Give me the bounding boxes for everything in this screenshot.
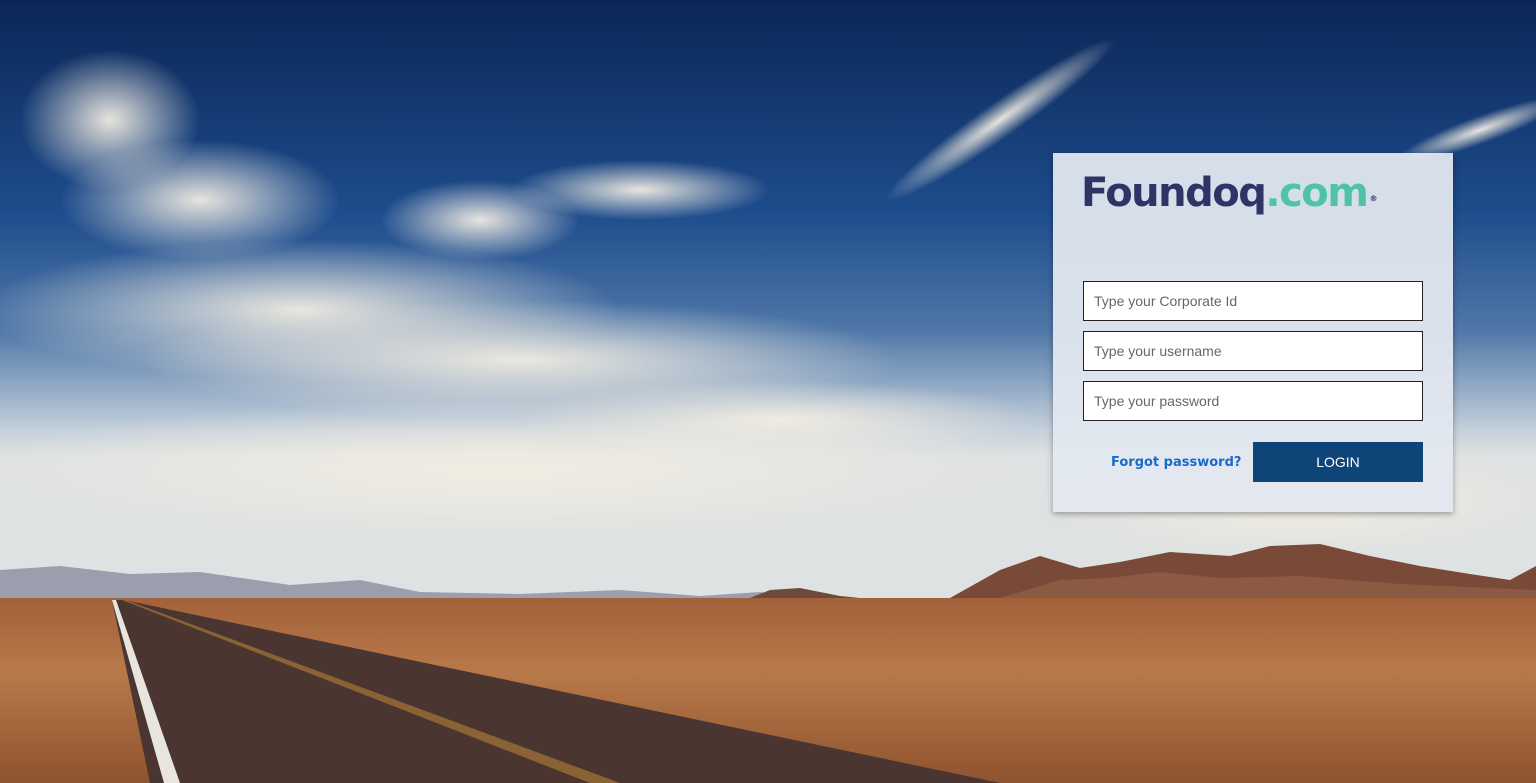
username-input[interactable] (1083, 331, 1423, 371)
forgot-password-link[interactable]: Forgot password? (1111, 455, 1241, 470)
logo-brand-text: Foundoq (1081, 170, 1267, 216)
corporate-id-input[interactable] (1083, 281, 1423, 321)
login-button[interactable]: LOGIN (1253, 442, 1423, 482)
login-page: Foundoq.com® Forgot password? LOGIN (0, 0, 1536, 783)
foundoq-logo: Foundoq.com ® (1081, 167, 1378, 219)
password-input[interactable] (1083, 381, 1423, 421)
registered-mark: ® (1369, 194, 1378, 203)
logo-tld-text: .com (1265, 170, 1369, 216)
login-card: Foundoq.com® Forgot password? LOGIN (1053, 153, 1453, 512)
